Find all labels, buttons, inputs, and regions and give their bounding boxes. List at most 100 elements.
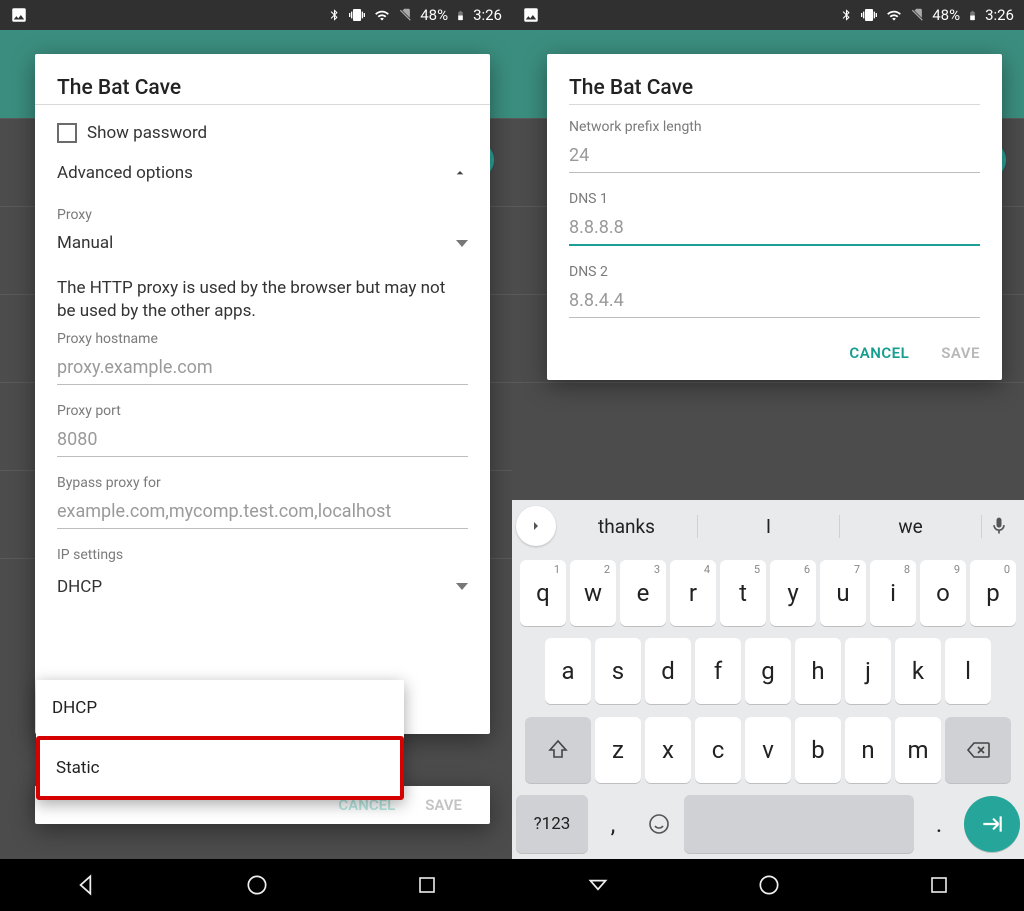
enter-key[interactable] [964,796,1020,852]
wifi-dialog: The Bat Cave Show password Advanced opti… [35,54,490,734]
key-w[interactable]: w2 [570,560,616,626]
emoji-key[interactable] [638,795,680,853]
period-key[interactable]: . [918,795,960,853]
phone-left: 48% 3:26 ? The Bat Cave Show password Ad… [0,0,512,911]
key-f[interactable]: f [695,638,741,704]
chevron-up-icon [452,165,468,181]
image-icon [10,6,28,24]
ip-settings-select[interactable]: DHCP [57,567,468,603]
port-label: Proxy port [57,403,468,419]
key-x[interactable]: x [645,717,691,783]
advanced-options-label: Advanced options [57,163,193,183]
expand-suggestions-button[interactable] [516,506,556,546]
key-g[interactable]: g [745,638,791,704]
bypass-input[interactable] [57,495,468,529]
key-m[interactable]: m [895,717,941,783]
key-i[interactable]: i8 [870,560,916,626]
proxy-value: Manual [57,233,113,253]
status-bar: 48% 3:26 [0,0,512,30]
dialog-title: The Bat Cave [569,76,980,100]
save-button-obscured: SAVE [425,796,462,814]
key-u[interactable]: u7 [820,560,866,626]
battery-icon [967,7,978,24]
dns1-input[interactable] [569,211,980,246]
android-navbar [512,859,1024,911]
key-d[interactable]: d [645,638,691,704]
space-key[interactable] [684,795,914,853]
hostname-input[interactable] [57,351,468,385]
comma-key[interactable]: , [592,795,634,853]
clock-time: 3:26 [473,6,502,24]
phone-right: 48% 3:26 ? The Bat Cave Network prefix l… [512,0,1024,911]
ip-settings-dropdown: DHCP Static [36,680,404,800]
dns2-input[interactable] [569,284,980,318]
image-icon [522,6,540,24]
proxy-hint: The HTTP proxy is used by the browser bu… [57,277,468,323]
show-password-checkbox[interactable]: Show password [57,115,468,157]
port-input[interactable] [57,423,468,457]
key-v[interactable]: v [745,717,791,783]
suggestion-3[interactable]: we [840,515,982,538]
no-sim-icon [398,7,413,23]
dialog-title: The Bat Cave [57,76,468,100]
key-c[interactable]: c [695,717,741,783]
back-button[interactable] [585,872,611,898]
dropdown-arrow-icon [456,240,468,247]
wifi-dialog: The Bat Cave Network prefix length DNS 1… [547,54,1002,380]
prefix-label: Network prefix length [569,119,980,135]
android-navbar [0,859,512,911]
key-k[interactable]: k [895,638,941,704]
suggestion-2[interactable]: I [698,515,840,538]
proxy-select[interactable]: Manual [57,223,468,259]
ip-settings-label: IP settings [57,547,468,563]
key-l[interactable]: l [945,638,991,704]
suggestion-1[interactable]: thanks [556,515,698,538]
symbols-key[interactable]: ?123 [516,795,588,853]
shift-key[interactable] [525,717,591,783]
bluetooth-icon [840,7,853,23]
backspace-key[interactable] [945,717,1011,783]
clock-time: 3:26 [985,6,1014,24]
recents-button[interactable] [415,873,439,897]
bypass-label: Bypass proxy for [57,475,468,491]
status-bar: 48% 3:26 [512,0,1024,30]
proxy-label: Proxy [57,207,468,223]
back-button[interactable] [73,872,99,898]
ip-option-dhcp[interactable]: DHCP [36,680,404,736]
cancel-button[interactable]: CANCEL [849,344,909,362]
hostname-label: Proxy hostname [57,331,468,347]
save-button[interactable]: SAVE [941,344,980,362]
key-z[interactable]: z [595,717,641,783]
prefix-input[interactable] [569,139,980,173]
ip-settings-value: DHCP [57,577,102,597]
no-sim-icon [910,7,925,23]
battery-percent: 48% [932,6,960,24]
dropdown-arrow-icon [456,583,468,590]
key-p[interactable]: p0 [970,560,1016,626]
dns2-label: DNS 2 [569,264,980,280]
key-b[interactable]: b [795,717,841,783]
home-button[interactable] [756,872,782,898]
key-y[interactable]: y6 [770,560,816,626]
key-o[interactable]: o9 [920,560,966,626]
checkbox-icon[interactable] [57,123,77,143]
key-r[interactable]: r4 [670,560,716,626]
bluetooth-icon [328,7,341,23]
recents-button[interactable] [927,873,951,897]
key-h[interactable]: h [795,638,841,704]
wifi-icon [373,8,391,23]
key-t[interactable]: t5 [720,560,766,626]
key-n[interactable]: n [845,717,891,783]
voice-input-button[interactable] [982,516,1016,536]
key-e[interactable]: e3 [620,560,666,626]
home-button[interactable] [244,872,270,898]
battery-icon [455,7,466,24]
key-a[interactable]: a [545,638,591,704]
key-j[interactable]: j [845,638,891,704]
ip-option-static[interactable]: Static [36,736,404,800]
key-s[interactable]: s [595,638,641,704]
key-q[interactable]: q1 [520,560,566,626]
dns1-label: DNS 1 [569,191,980,207]
advanced-options-toggle[interactable]: Advanced options [57,157,468,199]
keyboard: q1w2e3r4t5y6u7i8o9p0 asdfghjkl zxcvbnm ?… [512,552,1024,859]
